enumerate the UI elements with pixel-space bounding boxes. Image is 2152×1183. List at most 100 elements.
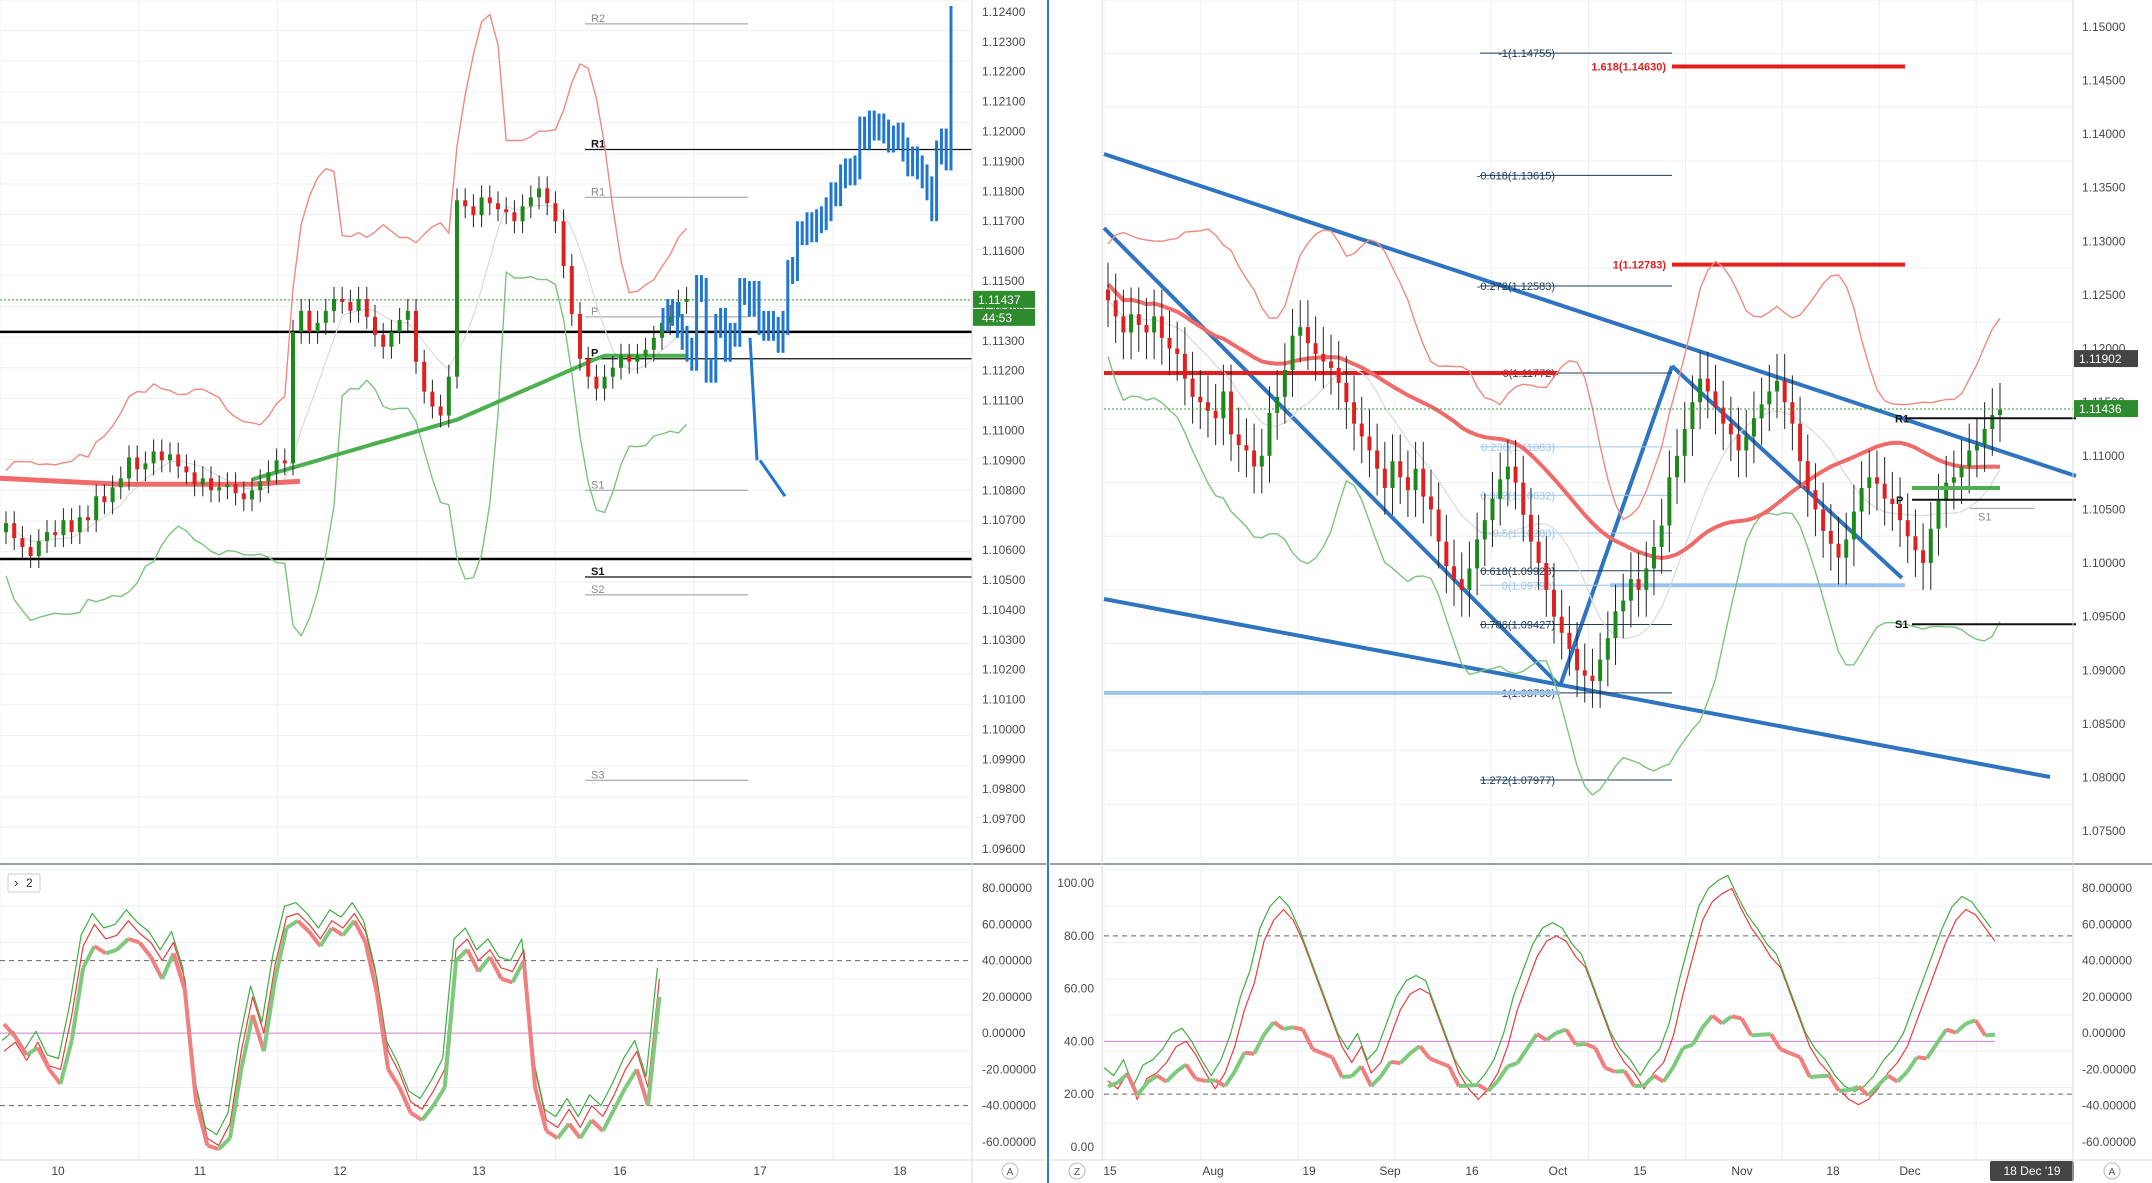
- right-time-tick: 15: [1633, 1164, 1647, 1178]
- left-price-tick: 1.10800: [982, 483, 1026, 497]
- right-osc-main: [1720, 1014, 1734, 1026]
- right-candle-body: [1728, 423, 1733, 435]
- left-osc-tick: 40.00000: [982, 954, 1032, 968]
- right-price-tick: 1.09500: [2082, 610, 2126, 624]
- right-retrace-down: [1670, 364, 1904, 580]
- right-osc-main: [1468, 1082, 1479, 1088]
- right-osc-main: [1223, 1070, 1237, 1088]
- left-pivot-label: R1: [591, 138, 605, 150]
- left-projection-bar: [920, 155, 924, 189]
- right-candle-body: [1452, 566, 1457, 580]
- left-projection-bar: [858, 116, 862, 180]
- right-candle-body: [1475, 539, 1480, 569]
- left-candle-body: [651, 337, 656, 350]
- right-time-tick: 16: [1465, 1164, 1479, 1178]
- left-candle-body: [94, 496, 99, 521]
- right-candle-body: [1682, 429, 1687, 456]
- right-oscillator-chart[interactable]: [1103, 869, 2074, 1161]
- left-candle-body: [45, 532, 49, 542]
- left-osc-main: [454, 948, 469, 963]
- left-pivot-label: S3: [591, 769, 604, 781]
- left-candle-body: [364, 298, 369, 317]
- right-time-tick: 15: [1103, 1164, 1117, 1178]
- right-candle-body: [1413, 468, 1418, 491]
- right-candle-body: [1690, 402, 1695, 429]
- left-candle-body: [537, 188, 541, 198]
- left-osc-main: [590, 1118, 605, 1133]
- right-candle-body: [1321, 353, 1326, 362]
- left-candle-body: [176, 454, 181, 467]
- right-osc-main: [1195, 1076, 1206, 1083]
- right-price-tick: 1.08500: [2082, 717, 2126, 731]
- left-price-tick: 1.09900: [982, 752, 1026, 766]
- right-candle-body: [1613, 611, 1618, 639]
- left-candle-body: [471, 206, 476, 216]
- right-pivot-label: S1: [1978, 511, 1991, 523]
- right-candle-body: [1951, 477, 1956, 483]
- right-candle-body: [1159, 316, 1164, 338]
- right-price-chart[interactable]: -1(1.14755) 1.618(1.14630) -0.618(1.13615)…: [1102, 0, 2077, 859]
- left-osc-tick: 20.00000: [982, 990, 1032, 1004]
- left-axis-mode-label: A: [1007, 1167, 1014, 1178]
- right-candle-body: [1559, 616, 1564, 633]
- right-price-tick: 1.11000: [2082, 449, 2125, 463]
- right-price-tick: 1.13500: [2082, 181, 2126, 195]
- left-candle-body: [528, 197, 533, 207]
- right-osc-left-tick: 60.00: [1064, 982, 1094, 996]
- right-osc-main: [1535, 1032, 1548, 1042]
- right-osc-main: [1760, 1032, 1771, 1037]
- right-candle-body: [1482, 520, 1487, 540]
- left-candle-body: [561, 221, 566, 267]
- right-fib-label: 1.272(1.07977): [1480, 775, 1555, 787]
- right-price-tick: 1.10500: [2082, 502, 2126, 516]
- right-osc-main: [1272, 1020, 1285, 1031]
- right-osc-main: [1614, 1069, 1625, 1074]
- left-projection-bar: [935, 140, 939, 222]
- right-price-tick: 1.13000: [2082, 234, 2126, 248]
- left-osc-tick: -40.00000: [982, 1099, 1036, 1113]
- left-projection-bar: [891, 125, 895, 153]
- left-price-chart[interactable]: R2R1R1PPS1S1S2S3: [0, 0, 973, 859]
- left-price-tick: 1.10500: [982, 573, 1026, 587]
- osc-toggle-chevron: ›: [14, 875, 18, 890]
- left-candle-body: [602, 376, 607, 389]
- right-osc-main: [1896, 1070, 1909, 1083]
- right-osc-main: [1390, 1059, 1401, 1066]
- left-osc-main: [228, 1069, 244, 1139]
- right-candle-body: [1552, 589, 1556, 617]
- right-osc-right-tick: -20.00000: [2082, 1062, 2136, 1076]
- right-candle-body: [1298, 327, 1303, 336]
- right-candle-body: [1190, 378, 1195, 397]
- left-oscillator-chart[interactable]: › 2: [0, 869, 973, 1161]
- left-osc-main: [138, 941, 153, 959]
- right-candle-body: [1874, 477, 1879, 484]
- left-price-tick: 1.10400: [982, 603, 1026, 617]
- right-osc-main: [1458, 1083, 1469, 1089]
- left-price-tick: 1.12400: [982, 5, 1026, 19]
- countdown-badge: 44:53: [982, 311, 1012, 325]
- right-candle-body: [1651, 546, 1656, 569]
- right-candle-body: [1144, 324, 1149, 333]
- left-candle-body: [520, 206, 525, 222]
- left-osc-main: [81, 945, 97, 969]
- right-candle-body: [1759, 404, 1764, 419]
- left-price-tick: 1.12200: [982, 65, 1026, 79]
- window-chrome: [0, 0, 2152, 1183]
- left-candle-body: [69, 520, 74, 533]
- right-candle-body: [1867, 477, 1872, 488]
- left-pivot-label: R2: [591, 13, 605, 25]
- right-candle-body: [1521, 482, 1526, 515]
- left-projection-bar: [824, 197, 828, 231]
- left-osc-main: [115, 937, 130, 952]
- left-osc-tick: -20.00000: [982, 1062, 1036, 1076]
- right-candle-body: [1152, 316, 1157, 333]
- left-price-badge: 1.11437: [978, 293, 1021, 307]
- right-candle-body: [1974, 445, 1979, 451]
- right-osc-main: [1945, 1027, 1957, 1035]
- right-osc-main: [1682, 1042, 1694, 1050]
- left-price-tick: 1.11000: [982, 423, 1025, 437]
- right-price-tick: 1.15000: [2082, 20, 2126, 34]
- left-osc-main: [285, 919, 299, 930]
- right-candle-body: [1575, 648, 1580, 671]
- right-osc-main: [1642, 1074, 1656, 1087]
